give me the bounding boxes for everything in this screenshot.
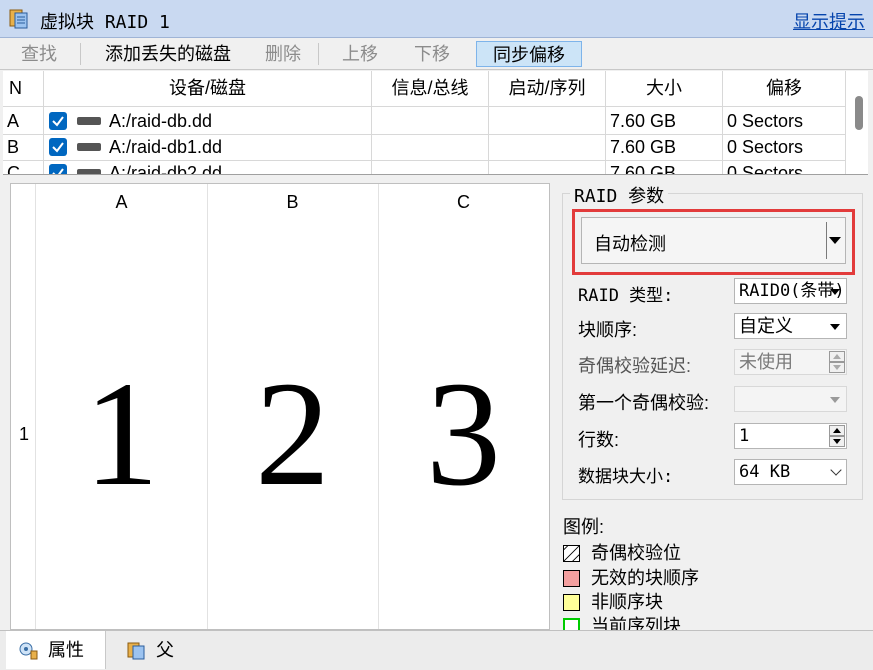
parent-icon [127, 642, 145, 660]
bottom-tab-bar: 属性 父 [0, 630, 873, 670]
move-up-button[interactable]: 上移 [326, 41, 394, 67]
legend-item: 奇偶校验位 [563, 541, 863, 565]
dropdown-arrow-icon [830, 289, 840, 295]
move-down-button[interactable]: 下移 [398, 41, 466, 67]
block-cell[interactable]: 3 [378, 359, 549, 509]
toolbar-separator [80, 43, 81, 65]
color-swatch [563, 570, 580, 587]
drive-icon [77, 143, 101, 151]
parity-delay-value: 未使用 [739, 352, 793, 372]
color-swatch [563, 618, 580, 630]
block-cell[interactable]: 1 [36, 359, 207, 509]
disk-size: 7.60 GB [610, 111, 677, 131]
window-title: 虚拟块 RAID 1 [40, 12, 170, 33]
block-size-value: 64 KB [739, 462, 791, 482]
raid-type-label: RAID 类型: [578, 286, 674, 306]
row-n-label: A [7, 111, 20, 131]
drive-icon [77, 117, 101, 125]
column-header-device[interactable]: 设备/磁盘 [44, 75, 371, 101]
auto-detect-dropdown[interactable]: 自动检测 [581, 217, 846, 264]
block-order-select[interactable]: 自定义 [734, 313, 847, 339]
column-divider [845, 71, 846, 174]
toolbar: 查找 添加丢失的磁盘 删除 上移 下移 同步偏移 [0, 39, 873, 70]
disk-table: N 设备/磁盘 信息/总线 启动/序列 大小 偏移 A A:/raid-db.d… [3, 71, 868, 175]
raid-type-value: RAID0(条带) [739, 281, 845, 301]
spinner-icon[interactable] [829, 351, 845, 373]
first-parity-label: 第一个奇偶校验: [578, 393, 710, 413]
column-header-offset[interactable]: 偏移 [723, 75, 845, 101]
legend-label: 当前序列块 [591, 616, 681, 630]
delete-button[interactable]: 删除 [254, 41, 312, 67]
rows-spinner[interactable]: 1 [734, 423, 847, 449]
parity-delay-label: 奇偶校验延迟: [578, 356, 692, 376]
rows-value: 1 [739, 426, 750, 446]
raid-app-icon [9, 9, 28, 29]
tab-properties-label: 属性 [48, 640, 84, 660]
legend-title: 图例: [563, 517, 605, 537]
grid-column-header: C [457, 192, 470, 212]
legend-label: 奇偶校验位 [591, 543, 681, 563]
raid-type-select[interactable]: RAID0(条带) [734, 278, 847, 304]
auto-detect-value: 自动检测 [594, 234, 666, 254]
disk-offset[interactable]: 0 Sectors [727, 160, 803, 174]
disk-offset[interactable]: 0 Sectors [727, 134, 803, 160]
disk-checkbox[interactable] [49, 112, 67, 130]
disk-size: 7.60 GB [610, 163, 677, 175]
row-n-label: C [7, 163, 20, 175]
dropdown-arrow-icon[interactable] [829, 237, 841, 244]
properties-icon [19, 642, 38, 660]
disk-offset[interactable]: 0 Sectors [727, 108, 803, 134]
raid-block-grid: A B C 1 1 2 3 [10, 183, 550, 630]
legend-label: 非顺序块 [591, 592, 663, 612]
legend-label: 无效的块顺序 [591, 568, 699, 588]
tab-parent-label: 父 [156, 640, 174, 660]
dropdown-arrow-icon [830, 397, 840, 403]
dropdown-arrow-icon [830, 324, 840, 330]
hatched-swatch-icon [563, 545, 580, 562]
drive-icon [77, 169, 101, 174]
disk-checkbox[interactable] [49, 138, 67, 156]
disk-path[interactable]: A:/raid-db1.dd [109, 134, 222, 160]
legend-item: 当前序列块 [563, 614, 863, 630]
column-header-info[interactable]: 信息/总线 [372, 75, 488, 101]
first-parity-select[interactable] [734, 386, 847, 412]
show-hints-link[interactable]: 显示提示 [793, 8, 865, 34]
table-scrollbar-thumb[interactable] [855, 96, 863, 130]
spinner-icon[interactable] [829, 425, 845, 447]
block-size-label: 数据块大小: [578, 467, 674, 487]
column-header-boot[interactable]: 启动/序列 [489, 75, 605, 101]
add-missing-disk-button[interactable]: 添加丢失的磁盘 [88, 41, 248, 67]
disk-size: 7.60 GB [610, 137, 677, 157]
block-cell[interactable]: 2 [207, 359, 378, 509]
grid-column-header: A [115, 192, 128, 212]
raid-params-title: RAID 参数 [570, 182, 669, 208]
tab-properties[interactable]: 属性 [6, 631, 106, 669]
block-order-value: 自定义 [739, 316, 793, 336]
sync-offset-button[interactable]: 同步偏移 [476, 41, 582, 67]
row-divider [3, 106, 845, 107]
auto-detect-highlight: 自动检测 [572, 209, 855, 275]
block-size-select[interactable]: 64 KB [734, 459, 847, 485]
disk-checkbox[interactable] [49, 164, 67, 174]
parity-delay-spinner[interactable]: 未使用 [734, 349, 847, 375]
chevron-down-icon [830, 464, 842, 476]
block-order-label: 块顺序: [578, 320, 638, 340]
legend-item: 无效的块顺序 [563, 566, 863, 590]
title-bar: 虚拟块 RAID 1 显示提示 [0, 0, 873, 38]
column-header-size[interactable]: 大小 [606, 75, 722, 101]
grid-row-label: 1 [19, 424, 30, 444]
column-header-n[interactable]: N [5, 75, 41, 101]
dropdown-separator [826, 222, 827, 259]
legend-item: 非顺序块 [563, 590, 863, 614]
row-n-label: B [7, 137, 20, 157]
disk-path[interactable]: A:/raid-db2.dd [109, 160, 222, 174]
toolbar-separator [318, 43, 319, 65]
tab-parent[interactable]: 父 [116, 631, 196, 669]
rows-label: 行数: [578, 430, 620, 450]
find-button[interactable]: 查找 [6, 41, 72, 67]
disk-path[interactable]: A:/raid-db.dd [109, 108, 212, 134]
grid-column-header: B [286, 192, 299, 212]
color-swatch [563, 594, 580, 611]
